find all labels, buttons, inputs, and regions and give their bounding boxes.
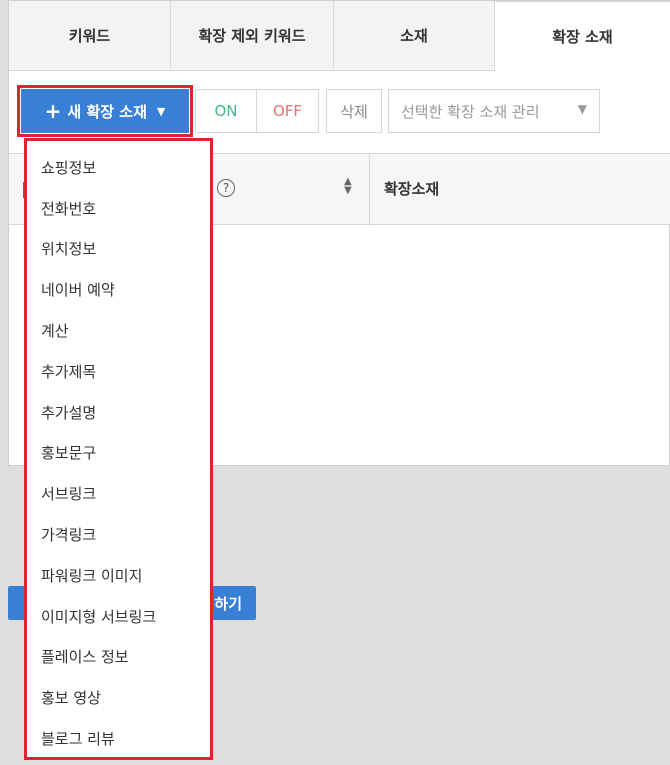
delete-button[interactable]: 삭제 bbox=[326, 89, 382, 133]
tab-ad-extensions[interactable]: 확장 소재 bbox=[495, 1, 670, 71]
manage-selected-label: 선택한 확장 소재 관리 bbox=[401, 102, 540, 121]
dropdown-menu-item[interactable]: 이미지형 서브링크 bbox=[27, 596, 210, 637]
help-icon[interactable]: ? bbox=[217, 179, 235, 197]
dropdown-menu-item[interactable]: 쇼핑정보 bbox=[27, 147, 210, 188]
dropdown-list: 쇼핑정보 전화번호 위치정보 네이버 예약 계산 추가제목 추가설명 홍보문구 서브링크 가격링크… bbox=[27, 147, 210, 759]
dropdown-menu-item[interactable]: 가격링크 bbox=[27, 514, 210, 555]
dropdown-menu-item[interactable]: 네이버 예약 bbox=[27, 269, 210, 310]
chevron-down-icon: ▼ bbox=[577, 102, 587, 116]
on-button[interactable]: ON bbox=[195, 89, 257, 133]
manage-selected-dropdown[interactable]: 선택한 확장 소재 관리 ▼ bbox=[388, 89, 600, 133]
column-title-extension: 확장소재 bbox=[384, 180, 440, 198]
dropdown-menu-item[interactable]: 전화번호 bbox=[27, 188, 210, 229]
dropdown-menu-item[interactable]: 홍보문구 bbox=[27, 433, 210, 474]
tab-ads[interactable]: 소재 bbox=[334, 1, 495, 71]
dropdown-menu-item[interactable]: 계산 bbox=[27, 310, 210, 351]
plus-icon: + bbox=[44, 99, 62, 123]
column-divider bbox=[369, 154, 370, 226]
tab-bar: 키워드 확장 제외 키워드 소재 확장 소재 bbox=[9, 1, 670, 71]
off-button[interactable]: OFF bbox=[257, 89, 319, 133]
dropdown-menu-item[interactable]: 추가제목 bbox=[27, 351, 210, 392]
dropdown-menu-item[interactable]: 블로그 리뷰 bbox=[27, 718, 210, 759]
chevron-down-icon: ▼ bbox=[156, 104, 166, 118]
new-extension-label: 새 확장 소재 bbox=[67, 102, 147, 121]
dropdown-menu-item[interactable]: 파워링크 이미지 bbox=[27, 555, 210, 596]
dropdown-menu-item[interactable]: 서브링크 bbox=[27, 473, 210, 514]
sort-icon[interactable]: ▲ ▼ bbox=[344, 177, 352, 196]
dropdown-menu-item[interactable]: 플레이스 정보 bbox=[27, 637, 210, 678]
dropdown-menu-item[interactable]: 홍보 영상 bbox=[27, 677, 210, 718]
new-extension-button[interactable]: + 새 확장 소재 ▼ bbox=[21, 89, 189, 133]
dropdown-menu-item[interactable]: 위치정보 bbox=[27, 229, 210, 270]
tab-keywords[interactable]: 키워드 bbox=[9, 1, 171, 71]
dropdown-menu-item[interactable]: 추가설명 bbox=[27, 392, 210, 433]
tab-excluded-keywords[interactable]: 확장 제외 키워드 bbox=[171, 1, 334, 71]
new-extension-dropdown-menu: 쇼핑정보 전화번호 위치정보 네이버 예약 계산 추가제목 추가설명 홍보문구 서브링크 가격링크… bbox=[24, 138, 213, 760]
